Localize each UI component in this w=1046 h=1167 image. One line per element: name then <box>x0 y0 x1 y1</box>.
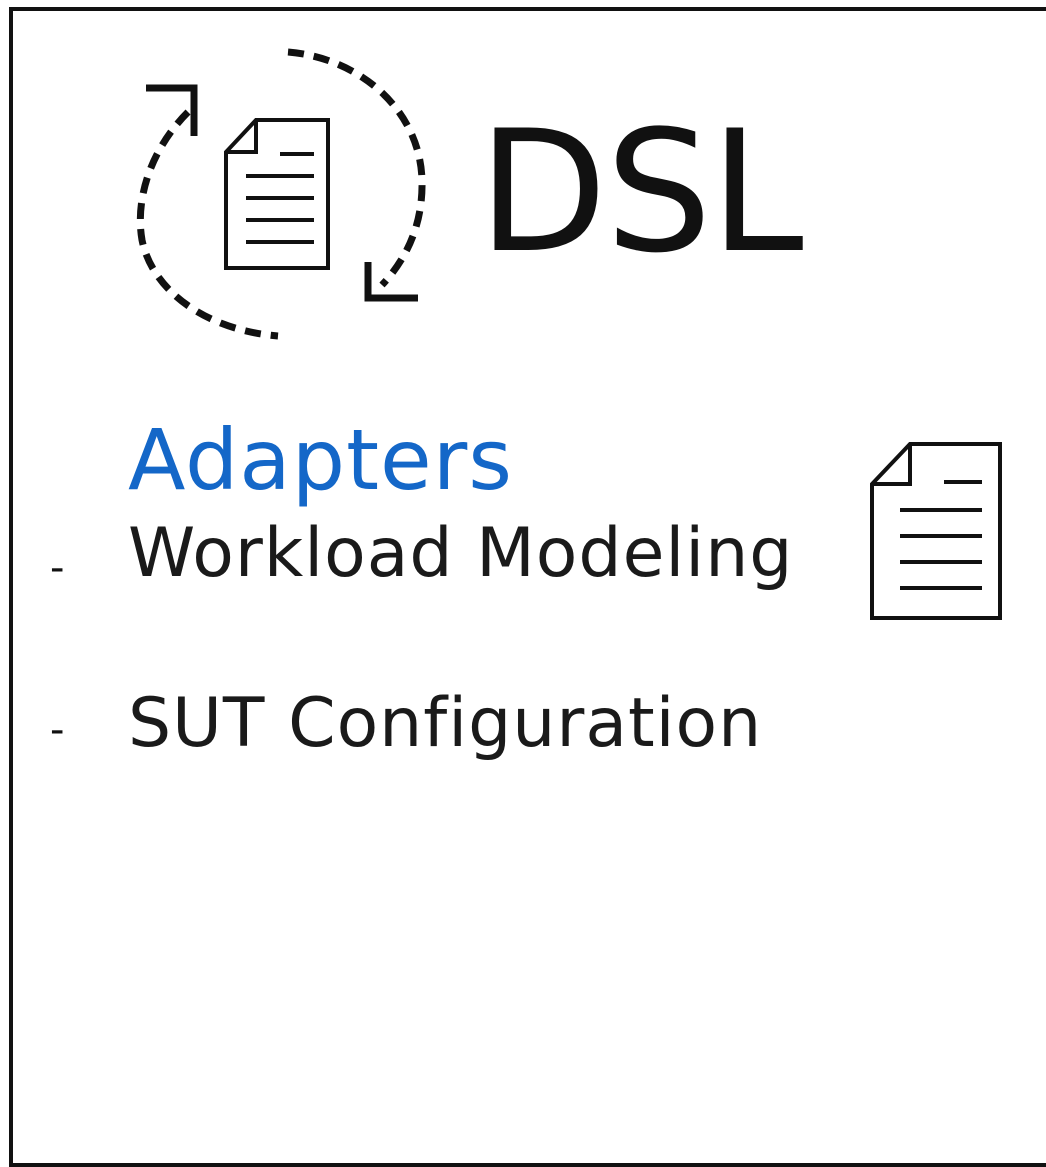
document-cycle-icon <box>136 48 426 340</box>
list-item-workload-modeling: Workload Modeling <box>128 514 794 593</box>
bullet-marker: - <box>50 545 65 591</box>
document-icon <box>224 118 330 270</box>
list-item-sut-configuration: SUT Configuration <box>128 684 763 763</box>
bullet-marker: - <box>50 707 65 753</box>
section-heading: Adapters <box>128 411 514 509</box>
page-title: DSL <box>478 94 804 290</box>
document-icon <box>870 442 1002 620</box>
